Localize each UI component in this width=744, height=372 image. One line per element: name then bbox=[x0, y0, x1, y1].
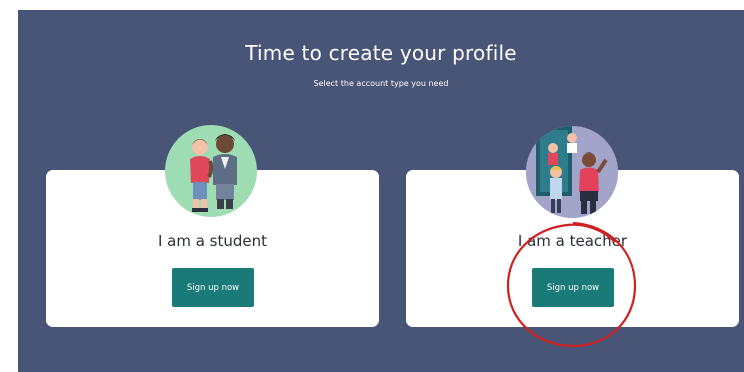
teacher-figures-icon bbox=[526, 126, 618, 218]
page-subtitle: Select the account type you need bbox=[313, 79, 449, 88]
teacher-signup-button[interactable]: Sign up now bbox=[532, 268, 614, 307]
teacher-illustration bbox=[526, 126, 618, 218]
student-figures-icon bbox=[190, 134, 237, 212]
student-card-label: I am a student bbox=[157, 232, 268, 250]
signup-panel: Time to create your profile Select the a… bbox=[18, 10, 744, 372]
student-signup-button[interactable]: Sign up now bbox=[172, 268, 254, 307]
page-title: Time to create your profile bbox=[245, 41, 517, 65]
student-illustration bbox=[165, 125, 257, 217]
teacher-card-label: I am a teacher bbox=[517, 232, 628, 250]
